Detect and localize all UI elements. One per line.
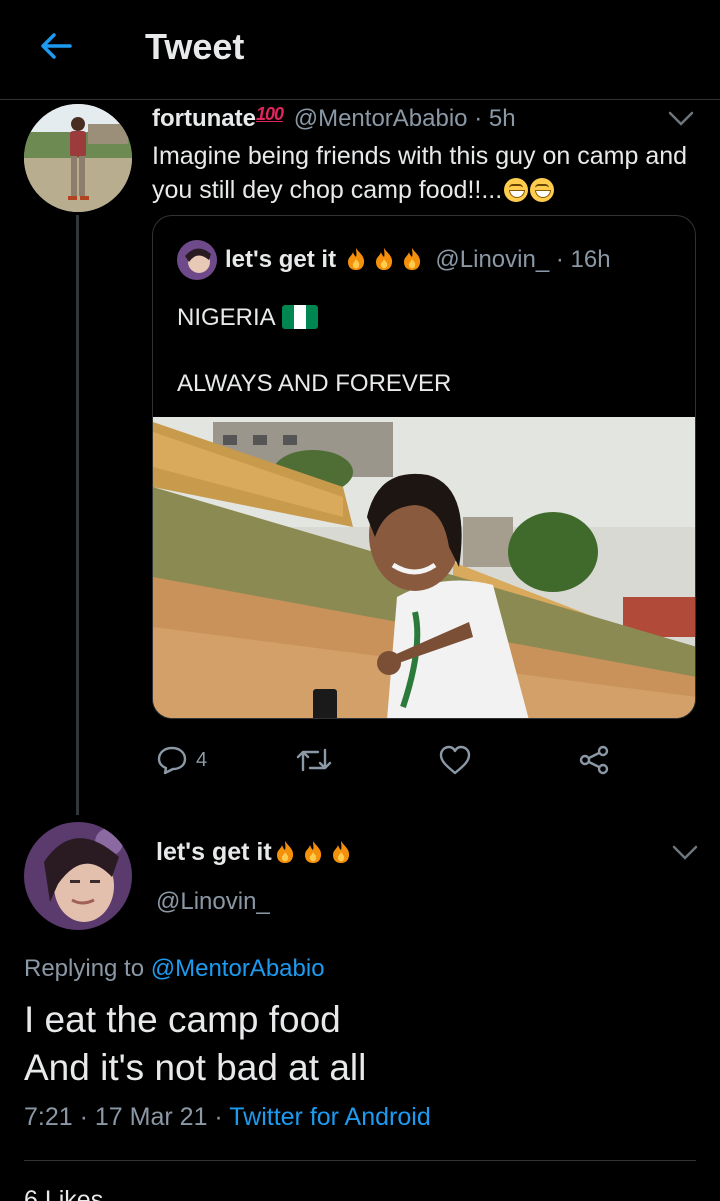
- separator-dot: ·: [214, 1103, 223, 1131]
- quoted-avatar[interactable]: [177, 240, 217, 280]
- top-bar: Tweet: [0, 0, 720, 100]
- reply-icon: [157, 746, 187, 775]
- like-button[interactable]: [438, 740, 472, 780]
- quoted-tweet-time: 16h: [570, 246, 611, 273]
- reply-button[interactable]: 4: [156, 740, 207, 780]
- reply-date: 17 Mar 21: [94, 1103, 208, 1131]
- tweet-time: 5h: [488, 105, 516, 132]
- fire-emoji-icon: [276, 841, 293, 863]
- fire-emoji-icon: [347, 248, 364, 270]
- fire-emoji-icon: [375, 248, 392, 270]
- tweet-source[interactable]: Twitter for Android: [229, 1103, 430, 1131]
- page-title: Tweet: [145, 26, 245, 67]
- retweet-icon: [296, 748, 332, 772]
- fire-emoji-icon: [304, 841, 321, 863]
- quoted-text-nigeria: NIGERIA: [177, 304, 276, 331]
- replying-to-label: Replying to: [24, 955, 145, 982]
- retweet-button[interactable]: [296, 740, 332, 780]
- hundred-points-badge: 100: [256, 104, 284, 124]
- quoted-header: let's get it @Linovin_ · 16h: [225, 246, 611, 274]
- replying-to-handle[interactable]: @MentorAbabio: [151, 955, 325, 982]
- back-arrow-icon[interactable]: [36, 26, 76, 66]
- tweet-meta: 7:21 · 17 Mar 21 · Twitter for Android: [24, 1103, 431, 1132]
- reply-text-line-1: I eat the camp food: [24, 999, 341, 1040]
- reply-text-line-2: And it's not bad at all: [24, 1047, 367, 1088]
- reply-avatar[interactable]: [24, 822, 132, 930]
- fire-emoji-icon: [332, 841, 349, 863]
- grinning-emoji-icon: [530, 178, 555, 202]
- reply-time: 7:21: [24, 1103, 73, 1131]
- quoted-author-name: let's get it: [225, 246, 337, 273]
- separator-dot: ·: [474, 105, 483, 132]
- tweet-header: fortunate100 @MentorAbabio · 5h: [152, 104, 516, 133]
- chevron-down-icon[interactable]: [670, 840, 700, 864]
- quoted-author-handle: @Linovin_: [435, 246, 550, 273]
- tweet-text: Imagine being friends with this guy on c…: [152, 139, 702, 207]
- action-bar: 4: [152, 736, 696, 786]
- reply-count: 4: [196, 748, 208, 771]
- divider: [24, 1160, 696, 1161]
- thread-line: [76, 215, 79, 815]
- share-button[interactable]: [578, 740, 610, 780]
- tweet-text-content: Imagine being friends with this guy on c…: [152, 142, 688, 204]
- avatar[interactable]: [24, 104, 132, 212]
- quoted-photo[interactable]: [153, 417, 696, 719]
- likes-count[interactable]: 6 Likes: [24, 1186, 103, 1201]
- quoted-text-line-1: NIGERIA: [177, 304, 318, 332]
- grinning-emoji-icon: [504, 178, 529, 202]
- separator-dot: ·: [555, 246, 564, 273]
- quoted-tweet-card[interactable]: let's get it @Linovin_ · 16h NIGERIA ALW…: [152, 215, 696, 719]
- author-handle[interactable]: @MentorAbabio: [294, 105, 468, 132]
- author-name[interactable]: fortunate: [152, 105, 256, 132]
- fire-emoji-icon: [403, 248, 420, 270]
- share-icon: [579, 745, 609, 775]
- chevron-down-icon[interactable]: [666, 106, 696, 130]
- reply-author-handle[interactable]: @Linovin_: [156, 888, 270, 916]
- replying-to: Replying to @MentorAbabio: [24, 955, 325, 983]
- like-icon: [439, 745, 471, 775]
- reply-author-name[interactable]: let's get it: [156, 838, 272, 866]
- separator-dot: ·: [79, 1103, 88, 1131]
- nigeria-flag-icon: [281, 305, 318, 329]
- quoted-text-line-2: ALWAYS AND FOREVER: [177, 370, 452, 397]
- reply-text: I eat the camp food And it's not bad at …: [24, 996, 366, 1092]
- reply-author-name-row: let's get it: [156, 838, 358, 867]
